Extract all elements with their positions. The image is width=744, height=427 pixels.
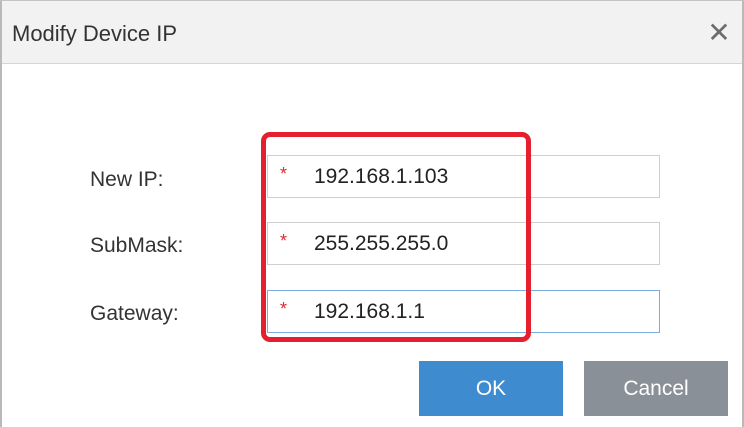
gateway-label: Gateway: — [90, 302, 179, 325]
submask-input[interactable]: * 255.255.255.0 — [267, 222, 660, 265]
dialog-title: Modify Device IP — [12, 21, 178, 46]
submask-value: 255.255.255.0 — [314, 232, 449, 255]
cancel-button[interactable]: Cancel — [584, 361, 728, 416]
ok-button[interactable]: OK — [419, 361, 563, 416]
new-ip-value: 192.168.1.103 — [314, 165, 449, 188]
close-icon[interactable]: ✕ — [702, 15, 736, 49]
required-asterisk: * — [280, 164, 288, 184]
dialog-titlebar: Modify Device IP ✕ — [2, 1, 742, 64]
new-ip-label: New IP: — [90, 168, 164, 191]
new-ip-input[interactable]: * 192.168.1.103 — [267, 155, 660, 198]
submask-label: SubMask: — [90, 234, 184, 257]
gateway-value: 192.168.1.1 — [314, 300, 425, 323]
modify-device-ip-dialog: Modify Device IP ✕ New IP: * 192.168.1.1… — [0, 0, 744, 427]
gateway-input[interactable]: * 192.168.1.1 — [267, 290, 660, 333]
required-asterisk: * — [280, 231, 288, 251]
required-asterisk: * — [280, 299, 288, 319]
